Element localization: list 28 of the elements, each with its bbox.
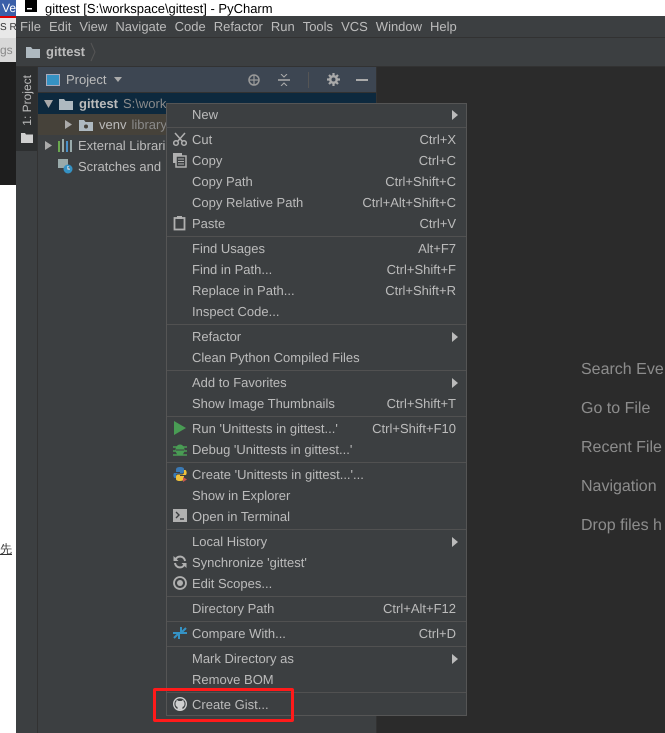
shortcut-text: Ctrl+Alt+Shift+C [362, 194, 456, 212]
shortcut-text: Ctrl+D [418, 624, 456, 643]
shortcut-text: Ctrl+V [420, 214, 456, 233]
shortcut-text: Alt+F7 [418, 240, 456, 258]
item-label: Scratches and [78, 158, 162, 176]
shortcut-text: Ctrl+Shift+C [385, 172, 456, 191]
shortcut-text: Ctrl+Shift+T [386, 394, 456, 413]
shortcut-text: Ctrl+Alt+F12 [383, 600, 456, 618]
hint-text: Navigation [581, 477, 658, 497]
item-label: External Librari [78, 136, 166, 155]
text-fragment: 先 [0, 542, 13, 556]
hint-text: Recent File [581, 438, 663, 458]
hint-text: Drop files h [581, 516, 663, 536]
label-text: gs [0, 38, 16, 62]
item-label: gittest [79, 94, 118, 113]
shortcut-text: Ctrl+C [418, 152, 456, 170]
item-label: venv [99, 116, 126, 134]
shortcut-text: Ctrl+Shift+F [386, 260, 456, 279]
item-detail: S:\work [123, 94, 166, 113]
shortcut-text: Ctrl+X [420, 130, 456, 149]
shortcut-text: Ctrl+Shift+F10 [372, 420, 456, 438]
item-detail: library [131, 116, 167, 134]
hint-text: Go to File [581, 399, 652, 419]
shortcut-text: Ctrl+Shift+R [385, 282, 456, 300]
tab-label: S R [0, 16, 16, 38]
hint-text: Search Eve [581, 360, 665, 380]
window-title: Ve [0, 0, 16, 16]
window-title: gittest [S:\workspace\gittest] - PyCharm [45, 1, 273, 16]
